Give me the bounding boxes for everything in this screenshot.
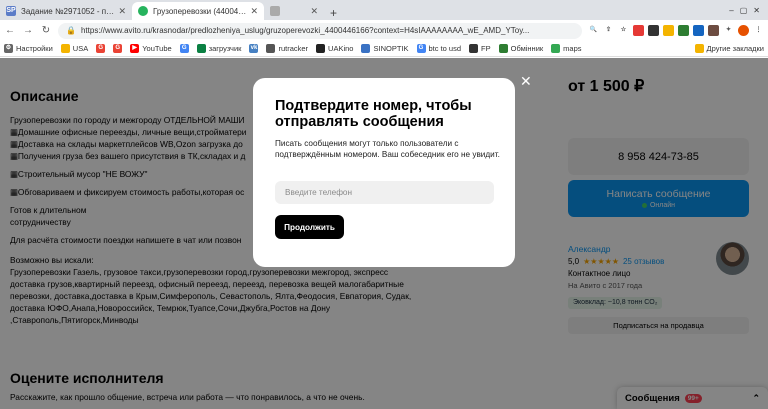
other-bookmarks[interactable]: Другие закладки	[694, 44, 764, 53]
extension-icon[interactable]	[708, 25, 719, 36]
bookmark-item[interactable]: ⚙ Настройки	[4, 44, 53, 53]
tab-title: Грузоперевозки (4400446166)	[153, 6, 246, 16]
browser-tab-bar: SP Задание №2971052 - просмотр з ✕ Грузо…	[0, 0, 768, 20]
maps-pin-icon	[551, 44, 561, 53]
bookmark-item[interactable]: G	[96, 44, 106, 53]
vk-icon: vk	[249, 44, 259, 53]
folder-icon	[60, 44, 70, 53]
forward-icon[interactable]: →	[22, 25, 34, 36]
youtube-icon: ▶	[130, 44, 140, 53]
extension-icon[interactable]	[678, 25, 689, 36]
bookmark-item[interactable]: rutracker	[266, 44, 308, 53]
bookmark-item[interactable]: G	[179, 44, 189, 53]
bookmark-item[interactable]: vk	[249, 44, 259, 53]
bookmark-star-icon[interactable]: ☆	[618, 25, 629, 36]
back-icon[interactable]: ←	[4, 25, 16, 36]
modal-description: Писать сообщения могут только пользовате…	[275, 139, 500, 159]
modal-title: Подтвердите номер, чтобы отправлять сооб…	[275, 98, 472, 130]
folder-icon	[694, 44, 704, 53]
url-field[interactable]: 🔒 https://www.avito.ru/krasnodar/predloz…	[58, 22, 582, 39]
tab-favicon-icon	[138, 6, 148, 16]
menu-dots-icon[interactable]: ⋮	[753, 25, 764, 36]
google-icon: G	[416, 44, 426, 53]
browser-tab-active[interactable]: Грузоперевозки (4400446166) ✕	[132, 2, 264, 20]
extension-icons: 🔍 ⇪ ☆ ✦ ⋮	[588, 25, 764, 36]
url-text: https://www.avito.ru/krasnodar/predlozhe…	[80, 26, 530, 35]
confirm-phone-modal: Подтвердите номер, чтобы отправлять сооб…	[253, 78, 515, 267]
reload-icon[interactable]: ↻	[40, 25, 52, 36]
tab-close-icon[interactable]: ✕	[250, 6, 258, 17]
lock-icon: 🔒	[66, 26, 76, 35]
bookmark-item[interactable]: USA	[60, 44, 88, 53]
maximize-icon[interactable]: ▢	[740, 6, 748, 15]
extension-icon[interactable]	[663, 25, 674, 36]
extension-icon[interactable]	[633, 25, 644, 36]
address-bar-row: ← → ↻ 🔒 https://www.avito.ru/krasnodar/p…	[0, 20, 768, 41]
puzzle-icon[interactable]: ✦	[723, 25, 734, 36]
google-icon: G	[113, 44, 123, 53]
bookmark-item[interactable]: G	[113, 44, 123, 53]
film-icon	[316, 44, 326, 53]
bookmark-item[interactable]: Обмінник	[498, 44, 543, 53]
extension-icon[interactable]	[648, 25, 659, 36]
tab-title: Задание №2971052 - просмотр з	[21, 6, 114, 16]
gear-icon: ⚙	[4, 44, 13, 53]
bookmark-item[interactable]: maps	[551, 44, 582, 53]
bookmarks-bar: ⚙ Настройки USA G G ▶ YouTube G загрузчик …	[0, 41, 768, 57]
exchange-icon	[498, 44, 508, 53]
new-tab-button[interactable]: +	[330, 6, 337, 20]
zoom-icon[interactable]: 🔍	[588, 25, 599, 36]
bookmark-item[interactable]: Gbtc to usd	[416, 44, 461, 53]
tab-favicon-icon	[270, 6, 280, 16]
fp-icon	[469, 44, 479, 53]
google-icon: G	[96, 44, 106, 53]
bookmark-item[interactable]: FP	[469, 44, 491, 53]
profile-avatar-icon[interactable]	[738, 25, 749, 36]
torrent-icon	[266, 44, 276, 53]
browser-tab[interactable]: SP Задание №2971052 - просмотр з ✕	[0, 2, 132, 20]
extension-icon[interactable]	[693, 25, 704, 36]
browser-tab[interactable]: ✕	[264, 2, 324, 20]
tab-close-icon[interactable]: ✕	[118, 6, 126, 17]
share-icon[interactable]: ⇪	[603, 25, 614, 36]
google-icon: G	[179, 44, 189, 53]
bookmark-item[interactable]: UAKino	[316, 44, 353, 53]
continue-button[interactable]: Продолжить	[275, 215, 344, 239]
window-controls: – ▢ ✕	[729, 0, 768, 20]
bookmark-item[interactable]: SINOPTIK	[361, 44, 409, 53]
close-window-icon[interactable]: ✕	[753, 6, 760, 15]
download-icon	[196, 44, 206, 53]
bookmark-item[interactable]: загрузчик	[196, 44, 241, 53]
bookmark-item[interactable]: ▶ YouTube	[130, 44, 172, 53]
minimize-icon[interactable]: –	[729, 6, 733, 15]
weather-icon	[361, 44, 371, 53]
close-icon[interactable]: ✕	[520, 74, 532, 90]
tab-favicon-icon: SP	[6, 6, 16, 16]
phone-input[interactable]	[275, 181, 494, 204]
tab-close-icon[interactable]: ✕	[310, 6, 318, 17]
